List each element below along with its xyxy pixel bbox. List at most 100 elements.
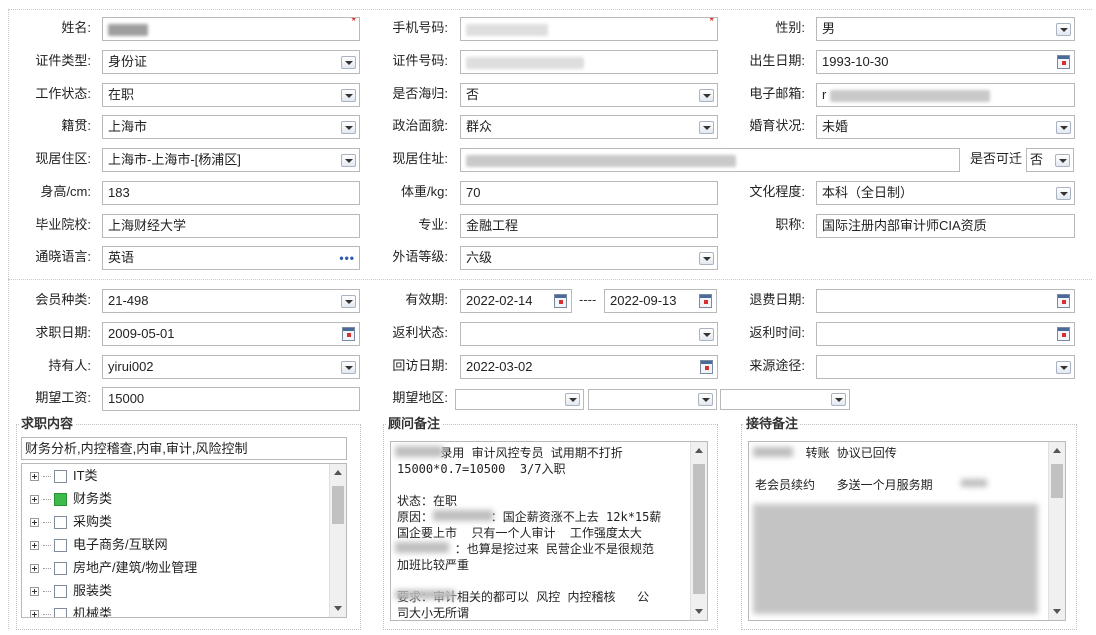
job-category-tree[interactable]: IT类 财务类 采购类 电子商务/互联网 房地产/建筑/物业管理 服装类 机械类	[21, 463, 347, 618]
title-field[interactable]: 国际注册内部审计师CIA资质	[816, 214, 1075, 238]
dropdown-arrow-icon[interactable]	[699, 328, 714, 341]
region-select-1[interactable]	[455, 389, 584, 410]
height-field[interactable]: 183	[102, 181, 360, 205]
tree-item-apparel[interactable]: 服装类	[30, 581, 112, 601]
education-select[interactable]: 本科（全日制）	[816, 181, 1075, 205]
tree-item-real-estate[interactable]: 房地产/建筑/物业管理	[30, 558, 197, 578]
holder-select[interactable]: yirui002	[102, 355, 360, 379]
rebate-time-field[interactable]	[816, 322, 1075, 346]
dropdown-arrow-icon[interactable]	[341, 56, 356, 69]
checkbox-icon[interactable]	[54, 608, 67, 617]
scroll-thumb[interactable]	[693, 464, 705, 594]
calendar-icon[interactable]	[699, 294, 712, 308]
tree-scrollbar[interactable]	[329, 464, 346, 617]
reception-note-scrollbar[interactable]	[1048, 442, 1065, 620]
language-picker[interactable]: 英语 •••	[102, 246, 360, 270]
region-select-3[interactable]	[720, 389, 850, 410]
expand-plus-icon[interactable]	[30, 610, 39, 617]
email-field[interactable]: r	[816, 83, 1075, 107]
address-field[interactable]	[460, 148, 960, 172]
dropdown-arrow-icon[interactable]	[699, 252, 714, 265]
dropdown-arrow-icon[interactable]	[341, 89, 356, 102]
dropdown-arrow-icon[interactable]	[1056, 361, 1071, 374]
scroll-down-arrow-icon[interactable]	[1053, 609, 1061, 614]
calendar-icon[interactable]	[700, 360, 713, 374]
dropdown-arrow-icon[interactable]	[1056, 23, 1071, 36]
calendar-icon[interactable]	[1057, 294, 1070, 308]
expand-plus-icon[interactable]	[30, 564, 39, 574]
dropdown-arrow-icon[interactable]	[699, 121, 714, 134]
major-value: 金融工程	[466, 218, 519, 233]
id-number-field[interactable]	[460, 50, 718, 74]
work-status-select[interactable]: 在职	[102, 83, 360, 107]
major-field[interactable]: 金融工程	[460, 214, 718, 238]
scroll-thumb[interactable]	[332, 486, 344, 524]
dropdown-arrow-icon[interactable]	[831, 393, 846, 406]
dropdown-arrow-icon[interactable]	[341, 295, 356, 308]
dropdown-arrow-icon[interactable]	[1056, 187, 1071, 200]
calendar-icon[interactable]	[554, 294, 567, 308]
dropdown-arrow-icon[interactable]	[698, 393, 713, 406]
source-select[interactable]	[816, 355, 1075, 379]
rebate-status-select[interactable]	[460, 322, 718, 346]
scroll-down-arrow-icon[interactable]	[334, 606, 342, 611]
scroll-up-arrow-icon[interactable]	[1053, 448, 1061, 453]
calendar-icon[interactable]	[1057, 55, 1070, 69]
refund-date-field[interactable]	[816, 289, 1075, 313]
dropdown-arrow-icon[interactable]	[565, 393, 580, 406]
tree-item-purchasing[interactable]: 采购类	[30, 512, 112, 532]
residence-select[interactable]: 上海市-上海市-[杨浦区]	[102, 148, 360, 172]
id-type-select[interactable]: 身份证	[102, 50, 360, 74]
valid-from-field[interactable]: 2022-02-14	[460, 289, 572, 313]
expand-plus-icon[interactable]	[30, 472, 39, 482]
returnee-select[interactable]: 否	[460, 83, 718, 107]
dropdown-arrow-icon[interactable]	[341, 361, 356, 374]
region-select-2[interactable]	[588, 389, 717, 410]
advisor-note-textarea[interactable]: 录用 审计风控专员 试用期不打折 15000*0.7=10500 3/7入职 状…	[390, 441, 708, 621]
birth-date-field[interactable]: 1993-10-30	[816, 50, 1075, 74]
marital-select[interactable]: 未婚	[816, 115, 1075, 139]
expand-plus-icon[interactable]	[30, 518, 39, 528]
tree-item-finance[interactable]: 财务类	[30, 489, 112, 509]
dropdown-arrow-icon[interactable]	[1056, 121, 1071, 134]
mobile-field[interactable]: *	[460, 17, 718, 41]
dropdown-arrow-icon[interactable]	[341, 121, 356, 134]
ellipsis-icon[interactable]: •••	[339, 252, 355, 264]
name-field[interactable]: *	[102, 17, 360, 41]
checkbox-icon[interactable]	[54, 539, 67, 553]
calendar-icon[interactable]	[342, 327, 355, 341]
school-field[interactable]: 上海财经大学	[102, 214, 360, 238]
dropdown-arrow-icon[interactable]	[1055, 154, 1070, 167]
checkbox-icon[interactable]	[54, 493, 67, 507]
job-date-field[interactable]: 2009-05-01	[102, 322, 360, 346]
dropdown-arrow-icon[interactable]	[699, 89, 714, 102]
relocate-select[interactable]: 否	[1026, 148, 1074, 172]
salary-field[interactable]: 15000	[102, 387, 360, 411]
advisor-note-scrollbar[interactable]	[690, 442, 707, 620]
checkbox-icon[interactable]	[54, 562, 67, 576]
scroll-down-arrow-icon[interactable]	[695, 609, 703, 614]
scroll-thumb[interactable]	[1051, 464, 1063, 498]
expand-plus-icon[interactable]	[30, 541, 39, 551]
checkbox-icon[interactable]	[54, 470, 67, 484]
weight-field[interactable]: 70	[460, 181, 718, 205]
member-type-select[interactable]: 21-498	[102, 289, 360, 313]
tree-item-machinery[interactable]: 机械类	[30, 604, 112, 617]
political-select[interactable]: 群众	[460, 115, 718, 139]
reception-note-textarea[interactable]: 转账 协议已回传 老会员续约 多送一个月服务期	[748, 441, 1066, 621]
gender-select[interactable]: 男	[816, 17, 1075, 41]
native-select[interactable]: 上海市	[102, 115, 360, 139]
dropdown-arrow-icon[interactable]	[341, 154, 356, 167]
scroll-up-arrow-icon[interactable]	[695, 448, 703, 453]
expand-plus-icon[interactable]	[30, 587, 39, 597]
checkbox-icon[interactable]	[54, 516, 67, 530]
tree-item-it[interactable]: IT类	[30, 466, 98, 486]
foreign-level-select[interactable]: 六级	[460, 246, 718, 270]
tree-item-ecommerce[interactable]: 电子商务/互联网	[30, 535, 168, 555]
valid-to-field[interactable]: 2022-09-13	[604, 289, 717, 313]
expand-plus-icon[interactable]	[30, 495, 39, 505]
calendar-icon[interactable]	[1057, 327, 1070, 341]
revisit-date-field[interactable]: 2022-03-02	[460, 355, 718, 379]
scroll-up-arrow-icon[interactable]	[334, 470, 342, 475]
checkbox-icon[interactable]	[54, 585, 67, 599]
